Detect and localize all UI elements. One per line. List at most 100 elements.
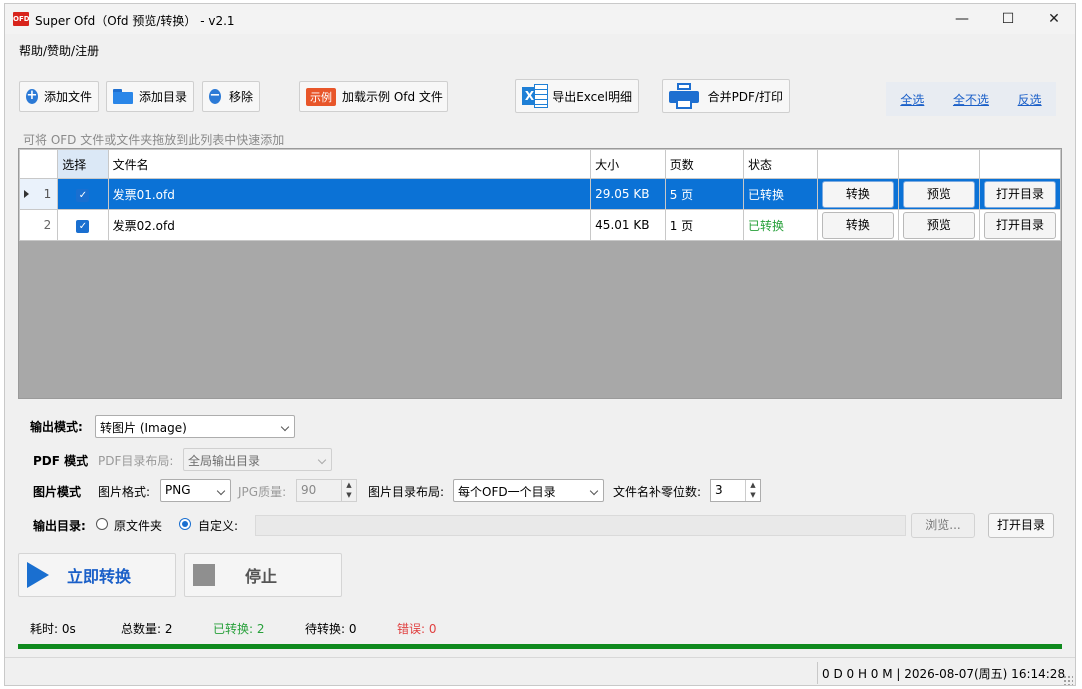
add-folder-button[interactable]: 添加目录	[106, 81, 194, 112]
chevron-down-icon	[317, 455, 327, 465]
ofd-app-icon: OFD	[13, 12, 30, 26]
zero-pad-value: 3	[715, 483, 723, 497]
row-open-dir-button[interactable]: 打开目录	[983, 180, 1056, 208]
stop-label: 停止	[245, 567, 278, 586]
pdf-layout-value: 全局输出目录	[188, 454, 261, 468]
row-filename[interactable]: 发票02.ofd	[107, 209, 592, 241]
jpg-quality-label: JPG质量:	[238, 485, 287, 499]
progress-bar	[18, 644, 1062, 649]
elapsed-time: 耗时: 0s	[30, 622, 76, 636]
pdf-layout-select[interactable]: 全局输出目录	[183, 448, 332, 471]
checkbox-checked-icon[interactable]: ✓	[76, 219, 90, 233]
table-row[interactable]: 2 ✓ 发票02.ofd 45.01 KB 1 页 已转换 转换 预览 打开目录	[18, 209, 1062, 241]
row-select-cell[interactable]: ✓	[57, 178, 109, 210]
jpg-quality-stepper[interactable]: 90 ▲ ▼	[296, 479, 357, 502]
table-header-row: 选择 文件名 大小 页数 状态	[18, 149, 1062, 179]
total-count: 总数量: 2	[121, 622, 173, 636]
image-layout-select[interactable]: 每个OFD一个目录	[453, 479, 604, 502]
row-index[interactable]: 2	[18, 209, 59, 241]
image-layout-value: 每个OFD一个目录	[458, 485, 556, 499]
merge-pdf-print-button[interactable]: 合并PDF/打印	[662, 79, 790, 113]
browse-button[interactable]: 浏览...	[911, 513, 975, 538]
export-excel-button[interactable]: X 导出Excel明细	[515, 79, 639, 113]
resize-grip-icon[interactable]	[1063, 675, 1073, 685]
zero-pad-label: 文件名补零位数:	[613, 485, 702, 499]
export-excel-label: 导出Excel明细	[552, 89, 632, 104]
col-header-preview	[897, 149, 980, 179]
row-size: 45.01 KB	[590, 209, 666, 241]
current-row-arrow-icon	[24, 190, 29, 198]
col-header-open-dir	[978, 149, 1062, 179]
menu-bar: 帮助/赞助/注册	[5, 36, 1075, 60]
drag-drop-hint: 可将 OFD 文件或文件夹拖放到此列表中快速添加	[23, 133, 285, 147]
convert-now-label: 立即转换	[67, 567, 132, 586]
row-select-cell[interactable]: ✓	[57, 209, 109, 241]
chevron-down-icon	[216, 486, 226, 496]
remove-label: 移除	[228, 90, 253, 104]
add-file-button[interactable]: + 添加文件	[19, 81, 99, 112]
row-pages: 1 页	[664, 209, 745, 241]
status-bar: 0 D 0 H 0 M | 2026-08-07(周五) 16:14:28	[5, 657, 1075, 687]
chevron-down-icon	[280, 422, 290, 432]
row-preview-button[interactable]: 预览	[902, 180, 975, 208]
output-mode-select[interactable]: 转图片 (Image)	[95, 415, 295, 438]
stepper-arrows-icon[interactable]: ▲ ▼	[341, 480, 356, 501]
printer-icon	[669, 83, 699, 109]
invert-selection-link[interactable]: 反选	[1018, 91, 1042, 108]
col-header-status[interactable]: 状态	[743, 149, 818, 179]
minimize-button[interactable]: —	[939, 4, 985, 34]
jpg-quality-value: 90	[301, 483, 317, 497]
row-status: 已转换	[743, 209, 818, 241]
file-grid[interactable]: 选择 文件名 大小 页数 状态 1 ✓ 发票01.ofd 29.05 KB 5 …	[18, 148, 1062, 399]
convert-now-button[interactable]: 立即转换	[18, 553, 176, 597]
pdf-layout-label: PDF目录布局:	[98, 454, 174, 468]
file-table: 选择 文件名 大小 页数 状态 1 ✓ 发票01.ofd 29.05 KB 5 …	[18, 149, 1062, 241]
load-sample-label: 加载示例 Ofd 文件	[342, 90, 443, 104]
radio-original-folder[interactable]	[96, 518, 108, 530]
selection-links: 全选 全不选 反选	[886, 82, 1056, 116]
col-header-pages[interactable]: 页数	[664, 149, 745, 179]
menu-help[interactable]: 帮助/赞助/注册	[19, 42, 99, 59]
radio-custom-label[interactable]: 自定义:	[198, 517, 238, 534]
row-filename[interactable]: 发票01.ofd	[107, 178, 592, 210]
add-folder-label: 添加目录	[138, 90, 187, 104]
col-header-convert	[816, 149, 899, 179]
progress-fill	[18, 644, 1062, 649]
output-mode-value: 转图片 (Image)	[100, 421, 187, 435]
remove-button[interactable]: − 移除	[202, 81, 260, 112]
chevron-down-icon	[589, 486, 599, 496]
converted-count: 已转换: 2	[213, 622, 265, 636]
output-dir-label: 输出目录:	[33, 519, 86, 533]
col-header-size[interactable]: 大小	[590, 149, 666, 179]
row-convert-button[interactable]: 转换	[821, 180, 894, 208]
maximize-button[interactable]: ☐	[985, 4, 1031, 34]
open-output-dir-button[interactable]: 打开目录	[988, 513, 1054, 538]
pdf-mode-label: PDF 模式	[33, 454, 89, 468]
row-status: 已转换	[743, 178, 818, 210]
row-size: 29.05 KB	[590, 178, 666, 210]
load-sample-button[interactable]: 示例 加载示例 Ofd 文件	[299, 81, 448, 112]
zero-pad-stepper[interactable]: 3 ▲ ▼	[710, 479, 761, 502]
col-header-filename[interactable]: 文件名	[107, 149, 592, 179]
row-convert-button[interactable]: 转换	[821, 211, 894, 239]
radio-custom-folder[interactable]	[179, 518, 191, 530]
stepper-arrows-icon[interactable]: ▲ ▼	[745, 480, 760, 501]
checkbox-checked-icon[interactable]: ✓	[76, 188, 90, 202]
close-button[interactable]: ✕	[1031, 4, 1077, 34]
row-open-dir-button[interactable]: 打开目录	[983, 211, 1056, 239]
row-index[interactable]: 1	[18, 178, 59, 210]
select-none-link[interactable]: 全不选	[953, 91, 989, 108]
output-path-input[interactable]	[255, 515, 906, 536]
excel-icon: X	[522, 84, 548, 108]
row-preview-button[interactable]: 预览	[902, 211, 975, 239]
image-format-select[interactable]: PNG	[160, 479, 231, 502]
select-all-link[interactable]: 全选	[900, 91, 924, 108]
radio-original-label[interactable]: 原文件夹	[114, 517, 162, 534]
output-mode-label: 输出模式:	[30, 420, 83, 434]
table-row[interactable]: 1 ✓ 发票01.ofd 29.05 KB 5 页 已转换 转换 预览 打开目录	[18, 178, 1062, 210]
window-title: Super Ofd（Ofd 预览/转换） - v2.1	[35, 14, 235, 28]
image-mode-label: 图片模式	[33, 485, 82, 499]
stop-button[interactable]: 停止	[184, 553, 342, 597]
col-header-select[interactable]: 选择	[57, 149, 109, 179]
minus-icon: −	[209, 88, 221, 104]
